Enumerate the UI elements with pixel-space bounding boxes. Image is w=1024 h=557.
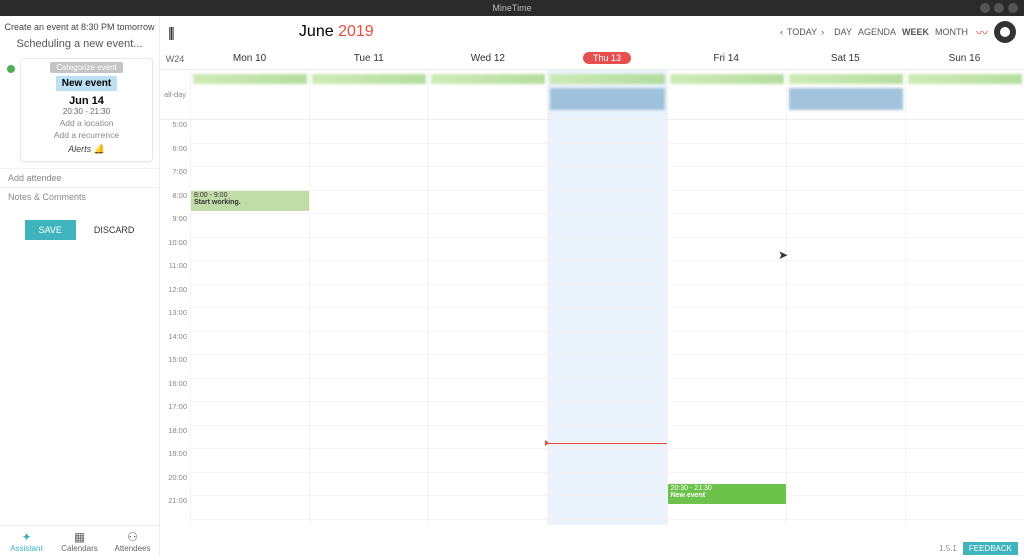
time-label: 16:00 [160,379,190,403]
sidebar-tabs: ✦Assistant ▦Calendars ⚇Attendees [0,525,159,557]
next-button[interactable]: › [821,27,824,37]
day-column-sat[interactable] [786,120,905,525]
avatar[interactable] [994,21,1016,43]
view-switcher: DAY AGENDA WEEK MONTH [834,27,968,37]
alerts-button[interactable]: Alerts 🔔 [21,144,152,155]
day-header-today[interactable]: Thu 13 [547,53,666,64]
event-title-input[interactable]: New event [56,76,117,91]
time-label: 8:00 [160,191,190,215]
view-day[interactable]: DAY [834,27,852,37]
allday-cell[interactable] [547,70,666,119]
allday-cell[interactable] [905,70,1024,119]
view-month[interactable]: MONTH [935,27,968,37]
day-header[interactable]: Sun 16 [905,53,1024,64]
window-title: MineTime [492,3,531,13]
week-grid: 5:006:007:008:009:0010:0011:0012:0013:00… [160,120,1024,525]
event-time[interactable]: 20:30 - 21:30 [21,107,152,116]
view-agenda[interactable]: AGENDA [858,27,896,37]
day-column-thu[interactable] [547,120,666,525]
time-label: 18:00 [160,426,190,450]
time-label: 12:00 [160,285,190,309]
allday-cell[interactable] [428,70,547,119]
analytics-icon[interactable]: 〰 [976,24,988,41]
add-location[interactable]: Add a location [21,118,152,128]
feedback-button[interactable]: FEEDBACK [963,542,1018,555]
allday-cell[interactable] [309,70,428,119]
add-attendee[interactable]: Add attendee [0,168,159,187]
allday-cell[interactable] [667,70,786,119]
bell-icon: 🔔 [94,144,105,154]
day-column-wed[interactable] [428,120,547,525]
time-label: 14:00 [160,332,190,356]
week-number: W24 [160,54,190,64]
allday-row: all-day [160,70,1024,120]
add-recurrence[interactable]: Add a recurrence [21,130,152,140]
time-label: 19:00 [160,449,190,473]
time-label: 6:00 [160,144,190,168]
topbar: ||| June 2019 ‹ TODAY › DAY AGENDA WEEK … [160,16,1024,48]
calendar-event[interactable]: 8:00 - 9:00Start working. [191,191,309,211]
allday-label: all-day [160,70,190,119]
event-card: Categorize event New event Jun 14 20:30 … [20,58,153,162]
time-label: 9:00 [160,214,190,238]
time-label: 5:00 [160,120,190,144]
day-header[interactable]: Mon 10 [190,53,309,64]
month-label: June 2019 [299,23,374,41]
time-label: 17:00 [160,402,190,426]
calendar-event-new[interactable]: 20:30 - 21:30New event [668,484,786,504]
day-column-tue[interactable] [309,120,428,525]
window-controls[interactable] [980,3,1018,13]
day-header[interactable]: Wed 12 [428,53,547,64]
time-label: 10:00 [160,238,190,262]
menu-icon[interactable]: ||| [168,24,173,40]
calendar-color-dot[interactable] [7,65,15,73]
save-button[interactable]: SAVE [25,220,76,240]
time-label: 20:00 [160,473,190,497]
tab-calendars[interactable]: ▦Calendars [53,526,106,557]
time-label: 7:00 [160,167,190,191]
time-label: 11:00 [160,261,190,285]
main: ||| June 2019 ‹ TODAY › DAY AGENDA WEEK … [160,16,1024,557]
day-header[interactable]: Tue 11 [309,53,428,64]
notes-comments[interactable]: Notes & Comments [0,187,159,206]
view-week[interactable]: WEEK [902,27,929,37]
allday-cell[interactable] [786,70,905,119]
assistant-icon: ✦ [0,530,53,544]
day-column-fri[interactable]: 20:30 - 21:30New event [667,120,786,525]
day-column-mon[interactable]: 8:00 - 9:00Start working. [190,120,309,525]
day-header[interactable]: Fri 14 [667,53,786,64]
day-header[interactable]: Sat 15 [786,53,905,64]
tab-assistant[interactable]: ✦Assistant [0,526,53,557]
nlp-hint[interactable]: Create an event at 8:30 PM tomorrow [0,16,159,36]
time-gutter: 5:006:007:008:009:0010:0011:0012:0013:00… [160,120,190,525]
allday-cell[interactable] [190,70,309,119]
attendees-icon: ⚇ [106,530,159,544]
categorize-button[interactable]: Categorize event [50,62,122,73]
tab-attendees[interactable]: ⚇Attendees [106,526,159,557]
version-label: 1.5.1 [939,544,957,553]
prev-button[interactable]: ‹ [780,27,783,37]
scheduling-status: Scheduling a new event... [0,36,159,58]
event-date[interactable]: Jun 14 [21,95,152,107]
day-column-sun[interactable] [905,120,1024,525]
discard-button[interactable]: DISCARD [94,220,135,240]
today-button[interactable]: TODAY [787,27,817,37]
sidebar: Create an event at 8:30 PM tomorrow Sche… [0,16,160,557]
day-header-row: W24 Mon 10 Tue 11 Wed 12 Thu 13 Fri 14 S… [160,48,1024,70]
time-label: 13:00 [160,308,190,332]
time-label: 15:00 [160,355,190,379]
time-label: 21:00 [160,496,190,520]
calendar-icon: ▦ [53,530,106,544]
